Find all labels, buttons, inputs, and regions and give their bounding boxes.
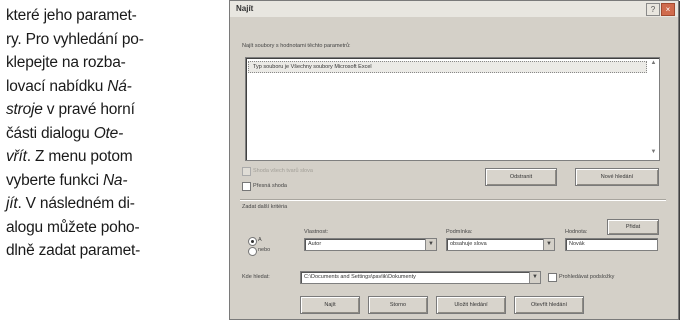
scroll-down-icon[interactable]: ▼: [649, 149, 658, 158]
criteria-list-item[interactable]: Typ souboru je Všechny soubory Microsoft…: [248, 61, 647, 73]
article-line: jít. V následném di-: [6, 192, 216, 216]
article-italic-term: Ote-: [93, 124, 124, 142]
chevron-down-icon[interactable]: ▼: [543, 239, 554, 250]
open-search-button[interactable]: Otevřít hledání: [514, 296, 584, 314]
chevron-down-icon[interactable]: ▼: [529, 272, 540, 283]
value-value: Novák: [569, 241, 585, 247]
add-to-list-button[interactable]: Přidat: [607, 219, 659, 235]
article-text-run: ry. Pro vyhledání po-: [6, 30, 144, 48]
and-label: A: [258, 237, 262, 243]
condition-select[interactable]: obsahuje slova ▼: [446, 238, 555, 251]
condition-value: obsahuje slova: [450, 241, 487, 247]
look-in-value: C:\Documents and Settings\pavlik\Dokumen…: [304, 274, 416, 280]
search-subfolders-checkbox[interactable]: [548, 273, 557, 282]
article-italic-term: Na-: [102, 171, 128, 189]
article-line: lovací nabídku Ná-: [6, 75, 216, 99]
article-text-run: . Z menu potom: [26, 148, 133, 165]
article-line: dlně zadat paramet-: [6, 239, 216, 263]
article-italic-term: jít: [6, 195, 18, 212]
article-line: stroje v pravé horní: [6, 98, 216, 122]
property-select[interactable]: Autor ▼: [304, 238, 437, 251]
save-search-button[interactable]: Uložit hledání: [436, 296, 506, 314]
article-text-run: části dialogu: [6, 124, 94, 142]
exact-match-label: Přesná shoda: [253, 183, 287, 189]
article-italic-term: vřít: [6, 148, 27, 165]
article-italic-term: stroje: [6, 101, 43, 118]
chevron-down-icon[interactable]: ▼: [425, 239, 436, 250]
article-text-run: které jeho paramet-: [6, 7, 137, 24]
search-subfolders-label: Prohledávat podsložky: [559, 274, 615, 280]
and-radio[interactable]: [248, 237, 257, 246]
scroll-up-icon[interactable]: ▲: [649, 60, 658, 69]
close-button[interactable]: ×: [661, 3, 675, 16]
value-input[interactable]: Novák: [565, 238, 658, 251]
find-dialog: Najít ? × Najít soubory s hodnotami těch…: [229, 0, 679, 320]
help-button[interactable]: ?: [646, 3, 660, 16]
article-line: klepejte na rozba-: [6, 51, 216, 75]
match-all-forms-label: Shoda všech tvarů slova: [253, 168, 313, 174]
article-line: ry. Pro vyhledání po-: [6, 28, 216, 52]
article-text-column: které jeho paramet-ry. Pro vyhledání po-…: [6, 4, 216, 263]
value-label: Hodnota:: [565, 229, 588, 235]
article-text-run: klepejte na rozba-: [6, 54, 126, 71]
dialog-title: Najít: [236, 4, 254, 13]
divider: [240, 199, 666, 201]
article-text-run: . V následném di-: [17, 195, 135, 212]
article-text-run: lovací nabídku: [6, 77, 108, 95]
property-label: Vlastnost:: [304, 229, 329, 235]
article-line: části dialogu Ote-: [6, 122, 216, 146]
condition-label: Podmínka:: [446, 229, 473, 235]
new-search-button[interactable]: Nové hledání: [575, 168, 659, 186]
delete-button[interactable]: Odstranit: [485, 168, 557, 186]
article-line: alogu můžete poho-: [6, 216, 216, 240]
article-italic-term: Ná-: [107, 77, 132, 95]
look-in-select[interactable]: C:\Documents and Settings\pavlik\Dokumen…: [300, 271, 541, 284]
article-line: vřít. Z menu potom: [6, 145, 216, 169]
results-label: Najít soubory s hodnotami těchto paramet…: [242, 43, 351, 49]
property-value: Autor: [308, 241, 322, 247]
find-now-button[interactable]: Najít: [300, 296, 360, 314]
exact-match-checkbox[interactable]: [242, 182, 251, 191]
dialog-titlebar: Najít ? ×: [230, 1, 678, 17]
look-in-label: Kde hledat:: [242, 274, 270, 280]
article-text-run: dlně zadat paramet-: [6, 242, 141, 259]
article-line: vyberte funkci Na-: [6, 169, 216, 193]
criteria-list[interactable]: Typ souboru je Všechny soubory Microsoft…: [245, 57, 660, 161]
cancel-button[interactable]: Storno: [368, 296, 428, 314]
match-all-forms-checkbox[interactable]: [242, 167, 251, 176]
article-text-run: alogu můžete poho-: [6, 218, 140, 236]
or-label: nebo: [258, 247, 271, 253]
article-line: které jeho paramet-: [6, 4, 216, 28]
article-text-run: vyberte funkci: [6, 171, 103, 189]
article-text-run: v pravé horní: [42, 101, 135, 118]
or-radio[interactable]: [248, 247, 257, 256]
define-more-label: Zadat další kritéria: [242, 204, 288, 210]
